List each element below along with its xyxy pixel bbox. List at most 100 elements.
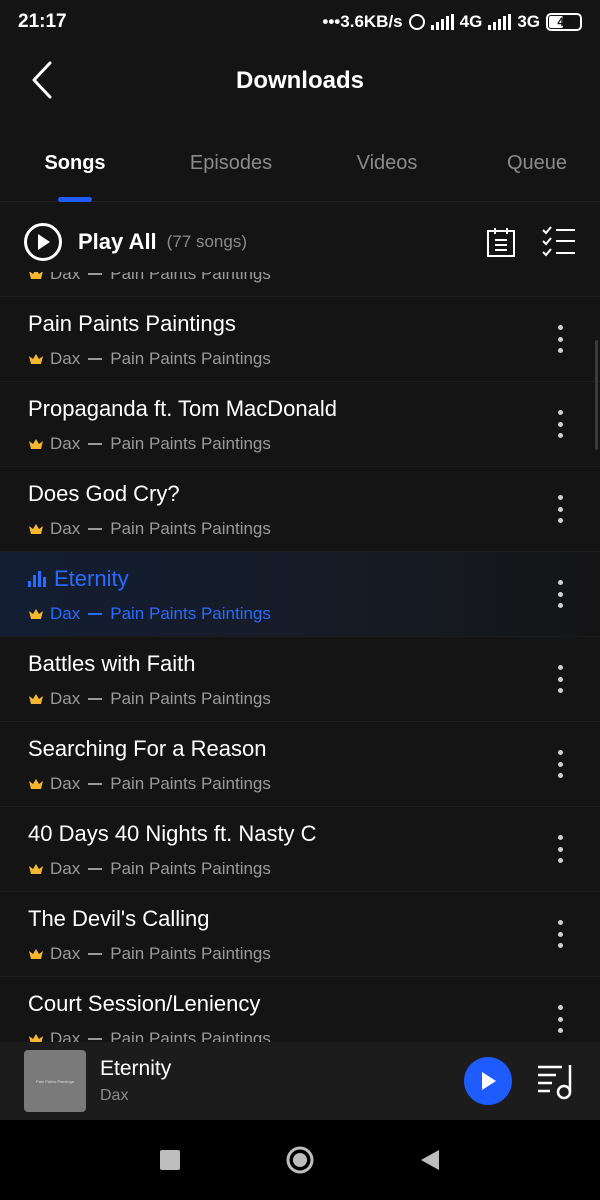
song-count: (77 songs) [166,232,247,251]
song-album: Pain Paints Paintings [110,944,271,963]
tab-label: Episodes [189,152,273,174]
song-item[interactable]: Court Session/Leniency Dax Pain Paints Pai… [0,977,600,1042]
song-title: Court Session/Leniency [28,991,260,1017]
separator-dash [88,273,103,275]
now-playing-title: Eternity [100,1057,172,1080]
home-button[interactable] [285,1145,315,1175]
now-playing-info[interactable]: Eternity Dax [100,1057,171,1105]
song-artist: Dax [50,604,81,623]
chevron-left-icon [32,61,52,99]
multi-select-icon[interactable] [542,226,576,258]
song-title-text: Eternity [54,566,129,591]
song-item[interactable]: Pain Paints Paintings Dax Pain Paints Pain… [0,297,600,382]
song-title: Does God Cry? [28,481,180,507]
more-options-icon[interactable] [556,325,564,353]
song-item[interactable]: 40 Days 40 Nights ft. Nasty C Dax Pain Pai… [0,807,600,892]
song-item[interactable]: Does God Cry? Dax Pain Paints Paintings [0,467,600,552]
song-item[interactable]: Eternity Dax Pain Paints Paintings [0,552,600,637]
crown-icon [29,272,43,279]
more-options-icon[interactable] [556,495,564,523]
play-all-button[interactable] [24,223,62,261]
song-title: Propaganda ft. Tom MacDonald [28,396,337,422]
song-album: Pain Paints Paintings [110,434,271,453]
triangle-back-icon [421,1150,439,1170]
tab-episodes[interactable]: Episodes [176,152,286,202]
tab-songs[interactable]: Songs [20,152,130,202]
song-artist: Dax [50,689,81,708]
song-subtitle: Dax Pain Paints Paintings [28,1029,271,1042]
playlist-icon[interactable] [536,1061,576,1101]
more-options-icon[interactable] [556,580,564,608]
album-cover[interactable]: Pain Paints Paintings [24,1050,86,1112]
song-artist: Dax [50,519,81,538]
song-title-text: Does God Cry? [28,481,180,506]
status-bar: 21:17 •••3.6KB/s 4G 3G 46 [0,0,600,44]
now-playing-artist: Dax [100,1087,129,1104]
battery-level: 46 [557,15,571,29]
song-title-text: Propaganda ft. Tom MacDonald [28,396,337,421]
more-options-icon[interactable] [556,410,564,438]
song-subtitle: Dax Pain Paints Paintings [28,519,271,539]
song-item[interactable]: StadiumsDaxPain Paints Paintings [0,272,600,297]
scrollbar[interactable] [595,340,598,450]
play-icon [482,1072,496,1090]
more-options-icon[interactable] [556,920,564,948]
song-title-text: The Devil's Calling [28,906,210,931]
separator-dash [88,783,103,785]
song-album: Pain Paints Paintings [110,272,271,283]
status-time: 21:17 [18,11,67,32]
song-title-text: Searching For a Reason [28,736,267,761]
song-album: Pain Paints Paintings [110,519,271,538]
song-item[interactable]: Propaganda ft. Tom MacDonald Dax Pain Pain… [0,382,600,467]
back-button[interactable] [22,60,62,100]
song-item[interactable]: The Devil's Calling Dax Pain Paints Painti… [0,892,600,977]
signal-icon-2 [488,14,512,30]
square-icon [160,1150,180,1170]
more-options-icon[interactable] [556,750,564,778]
song-album: Pain Paints Paintings [110,349,271,368]
mini-player[interactable]: Pain Paints Paintings Eternity Dax [0,1042,600,1120]
tab-queue[interactable]: Queue [482,152,592,202]
song-subtitle: Dax Pain Paints Paintings [28,944,271,964]
separator-dash [88,868,103,870]
song-subtitle: Dax Pain Paints Paintings [28,434,271,454]
crown-icon [29,609,43,619]
play-all-label[interactable]: Play All [78,229,157,255]
network-type-2: 3G [517,12,540,31]
song-album: Pain Paints Paintings [110,689,271,708]
back-nav-button[interactable] [419,1148,441,1172]
more-options-icon[interactable] [556,1005,564,1033]
play-icon [38,234,50,250]
song-title: Pain Paints Paintings [28,311,236,337]
recents-button[interactable] [159,1149,181,1171]
battery-icon: 46 [546,13,582,31]
song-title-text: Pain Paints Paintings [28,311,236,336]
signal-icon [430,14,454,30]
calendar-sort-icon[interactable] [486,226,516,258]
song-title-text: Court Session/Leniency [28,991,261,1016]
crown-icon [29,949,43,959]
alarm-icon [408,14,425,30]
separator-dash [88,358,103,360]
header: Downloads [0,44,600,118]
song-subtitle: Dax Pain Paints Paintings [28,604,271,624]
more-options-icon[interactable] [556,665,564,693]
play-button[interactable] [464,1057,512,1105]
song-artist: Dax [50,434,81,453]
separator-dash [88,698,103,700]
song-album: Pain Paints Paintings [110,604,271,623]
song-subtitle: Dax Pain Paints Paintings [28,349,271,369]
system-nav-bar [0,1120,600,1200]
network-type-1: 4G [459,12,483,31]
song-item[interactable]: Battles with Faith Dax Pain Paints Paintin… [0,637,600,722]
cover-text: Pain Paints Paintings [36,1078,74,1084]
tab-label: Videos [356,152,418,174]
crown-icon [29,779,43,789]
song-item[interactable]: Searching For a Reason Dax Pain Paints Pai… [0,722,600,807]
separator-dash [88,953,103,955]
crown-icon [29,439,43,449]
song-album: Pain Paints Paintings [110,1029,271,1042]
more-options-icon[interactable] [556,835,564,863]
tab-videos[interactable]: Videos [332,152,442,202]
song-artist: Dax [50,774,81,793]
